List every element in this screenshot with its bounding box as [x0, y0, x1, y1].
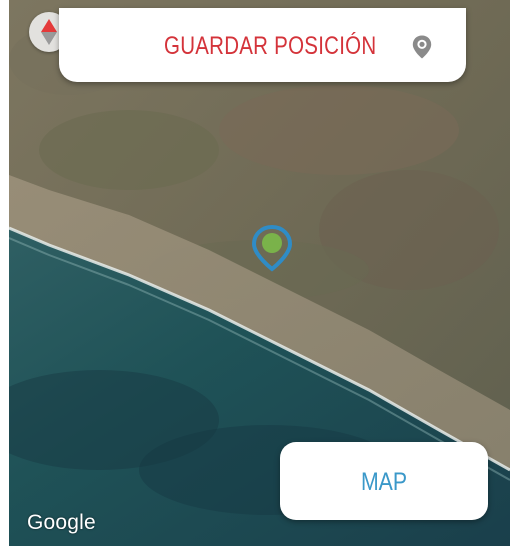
location-marker-icon[interactable] — [250, 224, 294, 272]
location-pin-icon — [412, 35, 432, 59]
google-attribution: Google — [27, 511, 96, 534]
map-toggle-label: MAP — [360, 468, 408, 496]
save-position-button[interactable]: GUARDAR POSICIÓN — [59, 8, 466, 82]
save-position-label: GUARDAR POSICIÓN — [164, 32, 377, 60]
compass-needle — [41, 19, 57, 45]
map-toggle-button[interactable]: MAP — [280, 442, 488, 520]
